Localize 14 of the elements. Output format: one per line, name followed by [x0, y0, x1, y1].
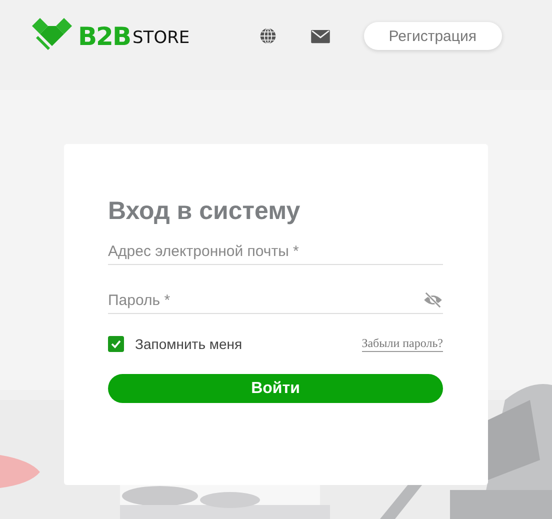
eye-slash-icon[interactable]: [423, 292, 443, 308]
logo-suffix: STORE: [132, 28, 190, 48]
forgot-password-link[interactable]: Забыли пароль?: [362, 336, 443, 352]
input-field[interactable]: Адрес электронной почты *: [108, 242, 443, 260]
register-button[interactable]: Регистрация: [364, 22, 502, 50]
checkbox[interactable]: [108, 336, 124, 352]
input-field[interactable]: Пароль *: [108, 292, 423, 308]
login-title: Вход в систему: [108, 196, 302, 226]
logo-brand: B2B: [78, 22, 131, 50]
mail-icon[interactable]: [310, 28, 330, 44]
remember-label: Запомнить меня: [135, 336, 242, 352]
login-button[interactable]: Войти: [108, 374, 443, 403]
check-icon: [110, 338, 122, 350]
globe-icon[interactable]: [258, 27, 277, 45]
